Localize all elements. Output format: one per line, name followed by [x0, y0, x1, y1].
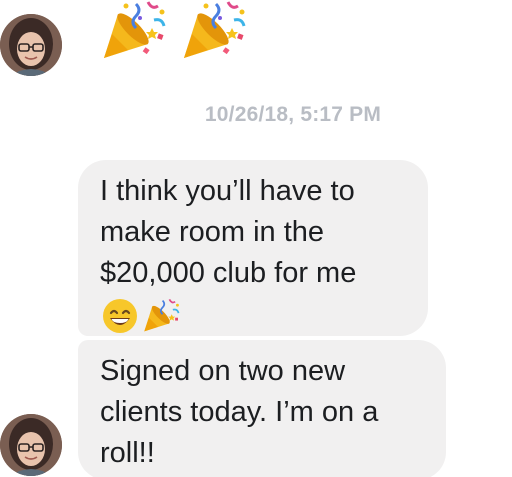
- message-line: Signed on two new: [100, 355, 346, 387]
- message-line: $20,000 club for me: [100, 257, 357, 289]
- emoji-message: [100, 0, 250, 62]
- avatar-image: [0, 414, 62, 476]
- timestamp-text: 10/26/18, 5:17 PM: [204, 103, 382, 126]
- message-line: make room in the: [100, 216, 325, 248]
- avatar-image: [0, 14, 62, 76]
- party-popper-icon: [104, 1, 166, 58]
- message-emoji-line: [100, 295, 408, 337]
- message-line: I think you’ll have to: [100, 175, 355, 207]
- chat-thread: 10/26/18, 5:17 PM I think you’ll have to…: [0, 0, 512, 477]
- message-bubble[interactable]: Signed on two new clients today. I’m on …: [78, 340, 446, 477]
- party-popper-icon: [144, 299, 180, 332]
- party-popper-icon: [184, 1, 246, 58]
- message-line: roll!!: [100, 437, 155, 469]
- message-line: clients today. I’m on a: [100, 396, 379, 428]
- grinning-face-icon: [103, 299, 137, 333]
- sender-avatar[interactable]: [0, 414, 62, 476]
- message-timestamp: 10/26/18, 5:17 PM: [0, 103, 512, 127]
- sender-avatar[interactable]: [0, 14, 62, 76]
- message-bubble[interactable]: I think you’ll have to make room in the …: [78, 160, 428, 336]
